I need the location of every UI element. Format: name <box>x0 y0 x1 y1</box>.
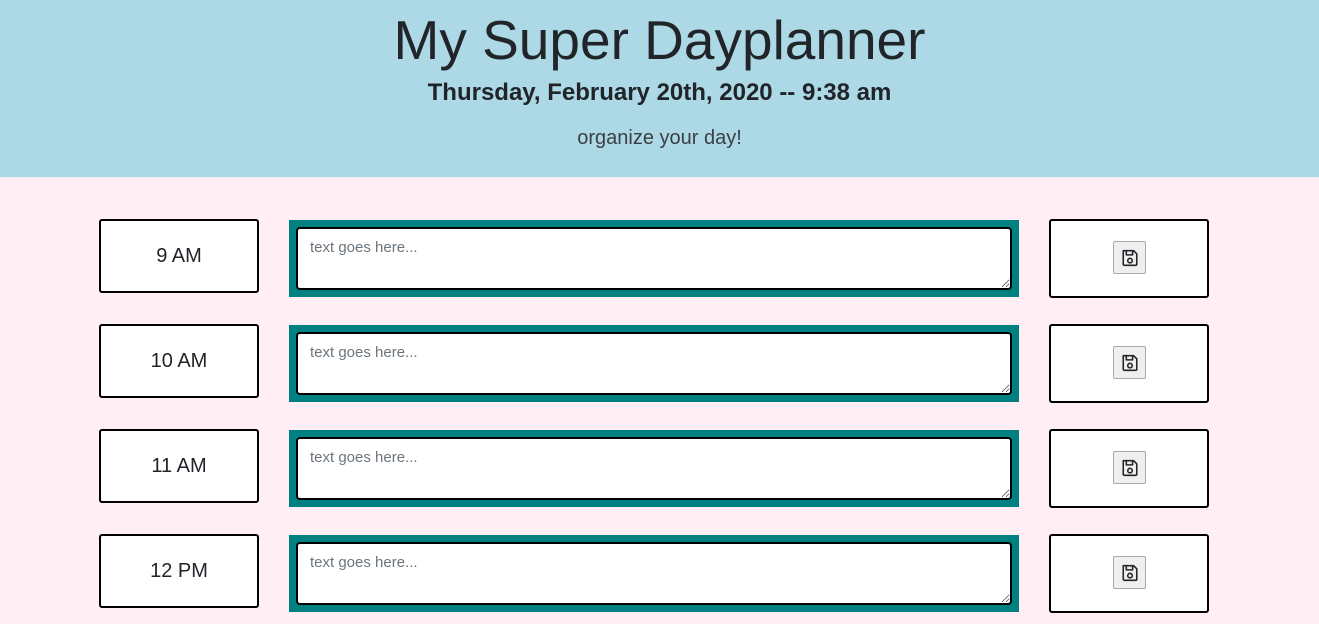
save-button[interactable] <box>1113 241 1146 274</box>
time-block-textarea[interactable] <box>296 437 1012 500</box>
floppy-disk-icon <box>1121 249 1138 266</box>
save-button[interactable] <box>1113 346 1146 379</box>
page-title: My Super Dayplanner <box>393 9 926 71</box>
save-button[interactable] <box>1113 556 1146 589</box>
time-block-frame <box>289 220 1019 297</box>
hour-label: 10 AM <box>99 324 259 398</box>
floppy-disk-icon <box>1121 459 1138 476</box>
floppy-disk-icon <box>1121 564 1138 581</box>
time-block-frame <box>289 325 1019 402</box>
hour-label: 9 AM <box>99 219 259 293</box>
time-block-row: 11 AM <box>0 429 1319 519</box>
hour-label: 11 AM <box>99 429 259 503</box>
save-cell <box>1049 429 1209 508</box>
time-block-row: 9 AM <box>0 219 1319 309</box>
save-cell <box>1049 534 1209 613</box>
time-block-textarea[interactable] <box>296 332 1012 395</box>
save-button[interactable] <box>1113 451 1146 484</box>
hour-label: 12 PM <box>99 534 259 608</box>
save-cell <box>1049 324 1209 403</box>
current-date: Thursday, February 20th, 2020 -- 9:38 am <box>427 79 892 106</box>
floppy-disk-icon <box>1121 354 1138 371</box>
time-block-textarea[interactable] <box>296 542 1012 605</box>
time-block-frame <box>289 430 1019 507</box>
page-tagline: organize your day! <box>577 127 742 149</box>
save-cell <box>1049 219 1209 298</box>
page-header: My Super Dayplanner Thursday, February 2… <box>0 0 1319 177</box>
time-block-frame <box>289 535 1019 612</box>
time-block-row: 10 AM <box>0 324 1319 414</box>
time-block-textarea[interactable] <box>296 227 1012 290</box>
